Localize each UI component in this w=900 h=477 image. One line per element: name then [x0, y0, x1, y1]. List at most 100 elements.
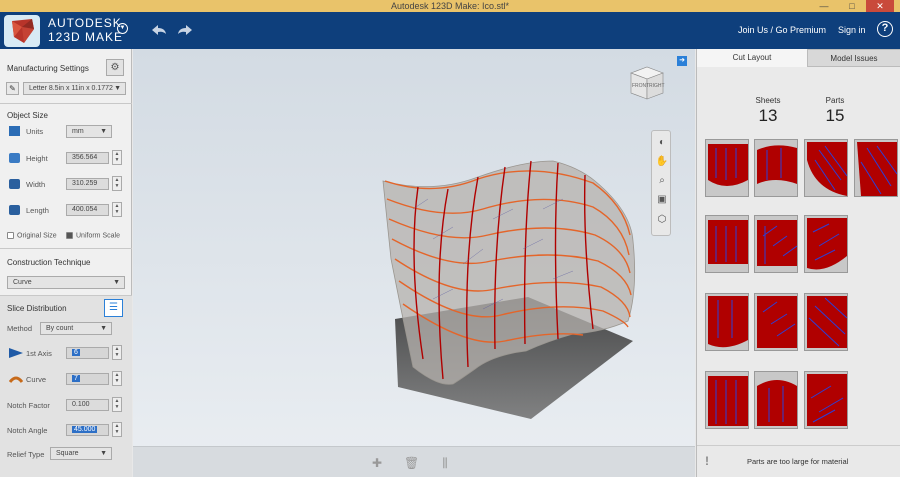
sheet-thumbnail[interactable]	[804, 371, 848, 429]
units-dropdown[interactable]: mm ▼	[66, 125, 112, 138]
sheet-thumbnail[interactable]	[754, 215, 798, 273]
material-value: Letter 8.5in x 11in x 0.1772	[29, 85, 113, 92]
object-size-title: Object Size	[7, 111, 48, 120]
settings-gear-icon[interactable]: ⚙	[106, 59, 124, 76]
sheet-thumbnail[interactable]	[705, 371, 749, 429]
uniform-scale-label: Uniform Scale	[76, 232, 120, 240]
width-label: Width	[26, 180, 46, 189]
relief-type-dropdown[interactable]: Square ▼	[50, 447, 112, 460]
help-icon[interactable]: ?	[877, 21, 893, 37]
chevron-down-icon: ▼	[100, 450, 107, 457]
close-button[interactable]: ✕	[866, 0, 894, 12]
sheet-thumbnail[interactable]	[804, 293, 848, 351]
navigation-toolbar: ◐ ✋ ⌕ ▣ ⬡	[651, 130, 671, 236]
width-field[interactable]: 310.259	[66, 178, 109, 190]
redo-icon[interactable]	[176, 23, 194, 37]
length-stepper[interactable]: ▲ ▼	[112, 202, 122, 217]
chevron-down-icon: ▼	[100, 128, 107, 135]
curve-label: Curve	[26, 375, 47, 384]
length-field[interactable]: 400.054	[66, 204, 109, 216]
relief-type-label: Relief Type	[7, 450, 45, 459]
pan-hand-icon[interactable]: ✋	[655, 155, 669, 169]
chevron-down-icon: ▼	[114, 85, 121, 92]
slice-list-icon[interactable]: ☰	[104, 299, 123, 317]
panel-toggle-icon[interactable]: ➜	[677, 56, 687, 66]
axis-arrow-icon	[9, 348, 23, 358]
slice-distribution-title: Slice Distribution	[7, 304, 67, 313]
original-size-checkbox[interactable]: Original Size	[7, 232, 57, 239]
home-view-cube-icon[interactable]: ⬡	[655, 213, 669, 227]
slice-columns-icon[interactable]: ⫼	[438, 456, 452, 470]
window-title-bar: Autodesk 123D Make: Ico.stl* — □ ✕	[0, 0, 900, 12]
curve-value: 7	[72, 375, 80, 382]
method-label: Method	[7, 324, 33, 333]
fit-view-icon[interactable]: ▣	[655, 193, 669, 207]
warning-text: Parts are too large for material	[747, 457, 849, 466]
view-cube-right-label: RIGHT	[649, 83, 665, 89]
construction-technique-title: Construction Technique	[7, 258, 91, 267]
curve-stepper[interactable]: ▲ ▼	[112, 371, 122, 386]
right-panel: Cut Layout Model Issues Sheets 13 Parts …	[696, 49, 900, 477]
parts-label: Parts	[825, 96, 845, 105]
height-label: Height	[26, 154, 48, 163]
first-axis-stepper[interactable]: ▲ ▼	[112, 345, 122, 360]
viewport-bottom-bar: ✚ 🗑 ⫼	[133, 446, 695, 477]
model-render	[382, 160, 636, 419]
join-premium-link[interactable]: Join Us / Go Premium	[738, 25, 826, 35]
warning-bar: ! Parts are too large for material	[697, 445, 900, 477]
edit-material-pencil-icon[interactable]: ✎	[6, 82, 19, 95]
notch-factor-stepper[interactable]: ▲ ▼	[112, 397, 122, 412]
sheet-thumbnail[interactable]	[705, 215, 749, 273]
sheet-thumbnail[interactable]	[705, 139, 749, 197]
length-cube-icon	[9, 205, 20, 215]
curve-field[interactable]: 7	[66, 373, 109, 385]
chevron-down-icon: ▼	[100, 325, 107, 332]
length-label: Length	[26, 206, 49, 215]
sheet-thumbnail[interactable]	[804, 139, 848, 197]
original-size-label: Original Size	[17, 232, 57, 240]
maximize-button[interactable]: □	[838, 0, 866, 12]
construction-dropdown[interactable]: Curve ▼	[7, 276, 125, 289]
sheet-thumbnail[interactable]	[754, 293, 798, 351]
sheet-thumbnail[interactable]	[705, 293, 749, 351]
notch-angle-field[interactable]: 45.000	[66, 424, 109, 436]
app-menu-icon[interactable]: ▼	[117, 23, 128, 34]
orbit-icon[interactable]: ◐	[655, 136, 669, 150]
sheet-thumbnail[interactable]	[804, 215, 848, 273]
delete-trash-icon[interactable]: 🗑	[404, 456, 419, 470]
sheet-thumbnail[interactable]	[754, 139, 798, 197]
left-panel: Manufacturing Settings ⚙ ✎ Letter 8.5in …	[0, 49, 132, 477]
3d-viewport[interactable]: FRONT RIGHT ➜	[133, 49, 695, 477]
notch-angle-label: Notch Angle	[7, 426, 48, 435]
uniform-scale-checkbox[interactable]: Uniform Scale	[66, 232, 120, 239]
brand-line2: 123D MAKE	[48, 30, 124, 44]
tab-cut-layout[interactable]: Cut Layout	[697, 49, 807, 67]
method-dropdown[interactable]: By count ▼	[40, 322, 112, 335]
view-cube[interactable]: FRONT RIGHT	[627, 63, 667, 103]
height-stepper[interactable]: ▲ ▼	[112, 150, 122, 165]
height-field[interactable]: 356.564	[66, 152, 109, 164]
height-cube-icon	[9, 153, 20, 163]
app-logo-icon[interactable]	[4, 15, 40, 47]
minimize-button[interactable]: —	[810, 0, 838, 12]
add-slice-icon[interactable]: ✚	[370, 456, 384, 470]
sheet-thumbnail[interactable]	[854, 139, 898, 197]
sign-in-link[interactable]: Sign in	[838, 25, 866, 35]
width-stepper[interactable]: ▲ ▼	[112, 176, 122, 191]
units-label: Units	[26, 127, 44, 136]
zoom-magnifier-icon[interactable]: ⌕	[655, 174, 669, 188]
first-axis-field[interactable]: 6	[66, 347, 109, 359]
tab-model-issues[interactable]: Model Issues	[807, 49, 900, 67]
undo-icon[interactable]	[150, 23, 168, 37]
notch-angle-value: 45.000	[72, 426, 98, 433]
sheet-thumbnail[interactable]	[754, 371, 798, 429]
material-dropdown[interactable]: Letter 8.5in x 11in x 0.1772 ▼	[23, 82, 126, 95]
notch-factor-field[interactable]: 0.100	[66, 399, 109, 411]
sheets-label: Sheets	[755, 96, 781, 105]
construction-value: Curve	[13, 279, 32, 286]
parts-count: 15	[825, 106, 845, 125]
first-axis-value: 6	[72, 349, 80, 356]
app-header: AUTODESK 123D MAKE ▼ Join Us / Go Premiu…	[0, 12, 900, 49]
window-title: Autodesk 123D Make: Ico.stl*	[390, 1, 510, 11]
notch-angle-stepper[interactable]: ▲ ▼	[112, 422, 122, 437]
